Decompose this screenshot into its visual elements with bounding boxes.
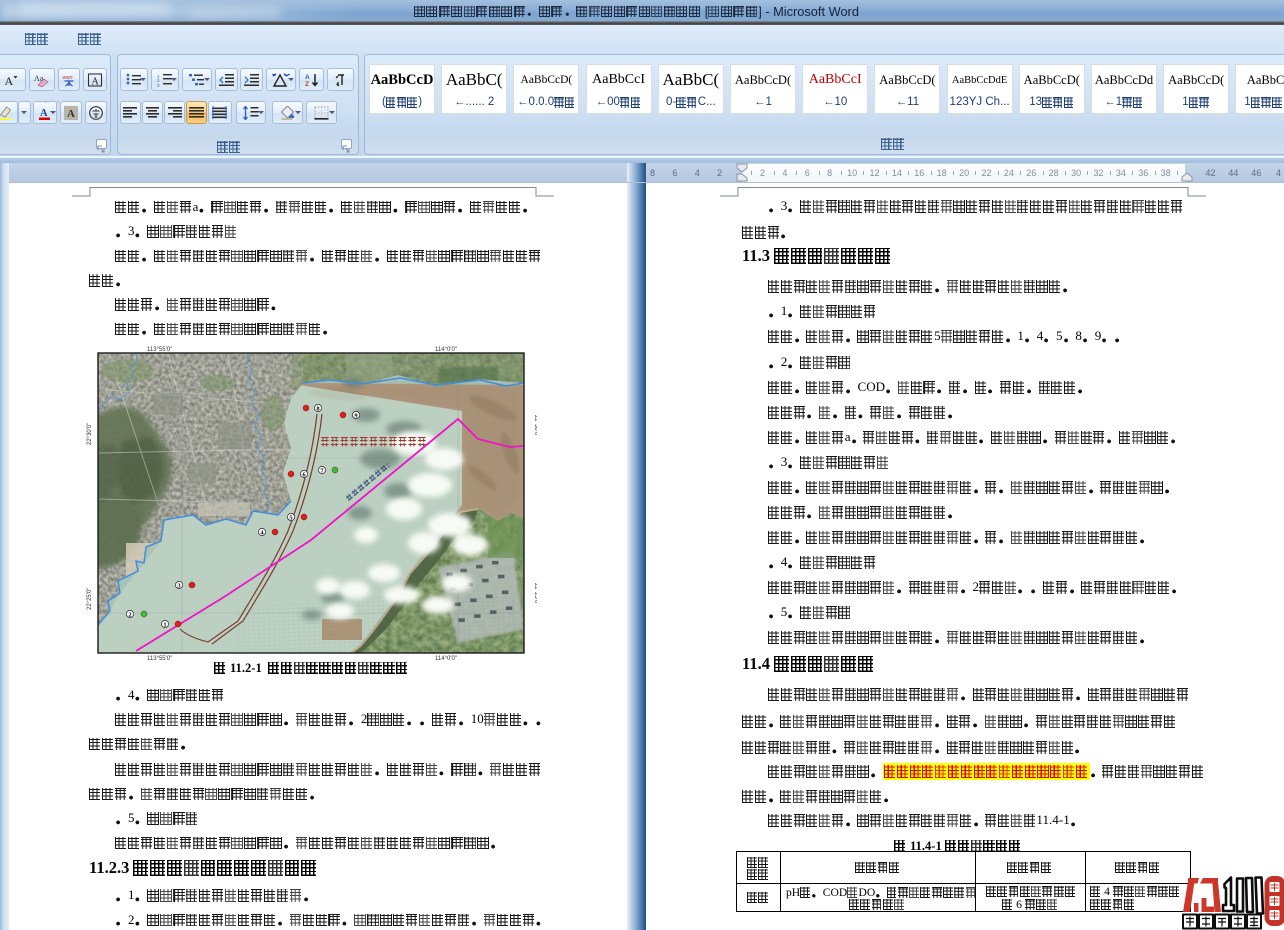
svg-text:A: A [67,108,75,120]
svg-text:Z: Z [305,81,309,87]
svg-text:22°25'0": 22°25'0" [87,588,93,610]
svg-text:3: 3 [157,83,160,87]
svg-text:wen: wen [63,75,73,81]
svg-text:113°55'0": 113°55'0" [147,347,172,353]
svg-text:22°30'0": 22°30'0" [533,415,537,437]
svg-text:1: 1 [163,621,166,628]
svg-text:113°55'0": 113°55'0" [147,656,172,661]
svg-text:A: A [305,74,310,81]
svg-text:A: A [92,76,100,87]
svg-text:22°25'0": 22°25'0" [533,583,537,605]
svg-text:22°30'0": 22°30'0" [87,423,93,445]
svg-text:2: 2 [128,611,131,618]
svg-text:A: A [5,74,14,87]
svg-text:114°0'0": 114°0'0" [435,656,457,661]
svg-text:114°0'0": 114°0'0" [435,347,457,353]
